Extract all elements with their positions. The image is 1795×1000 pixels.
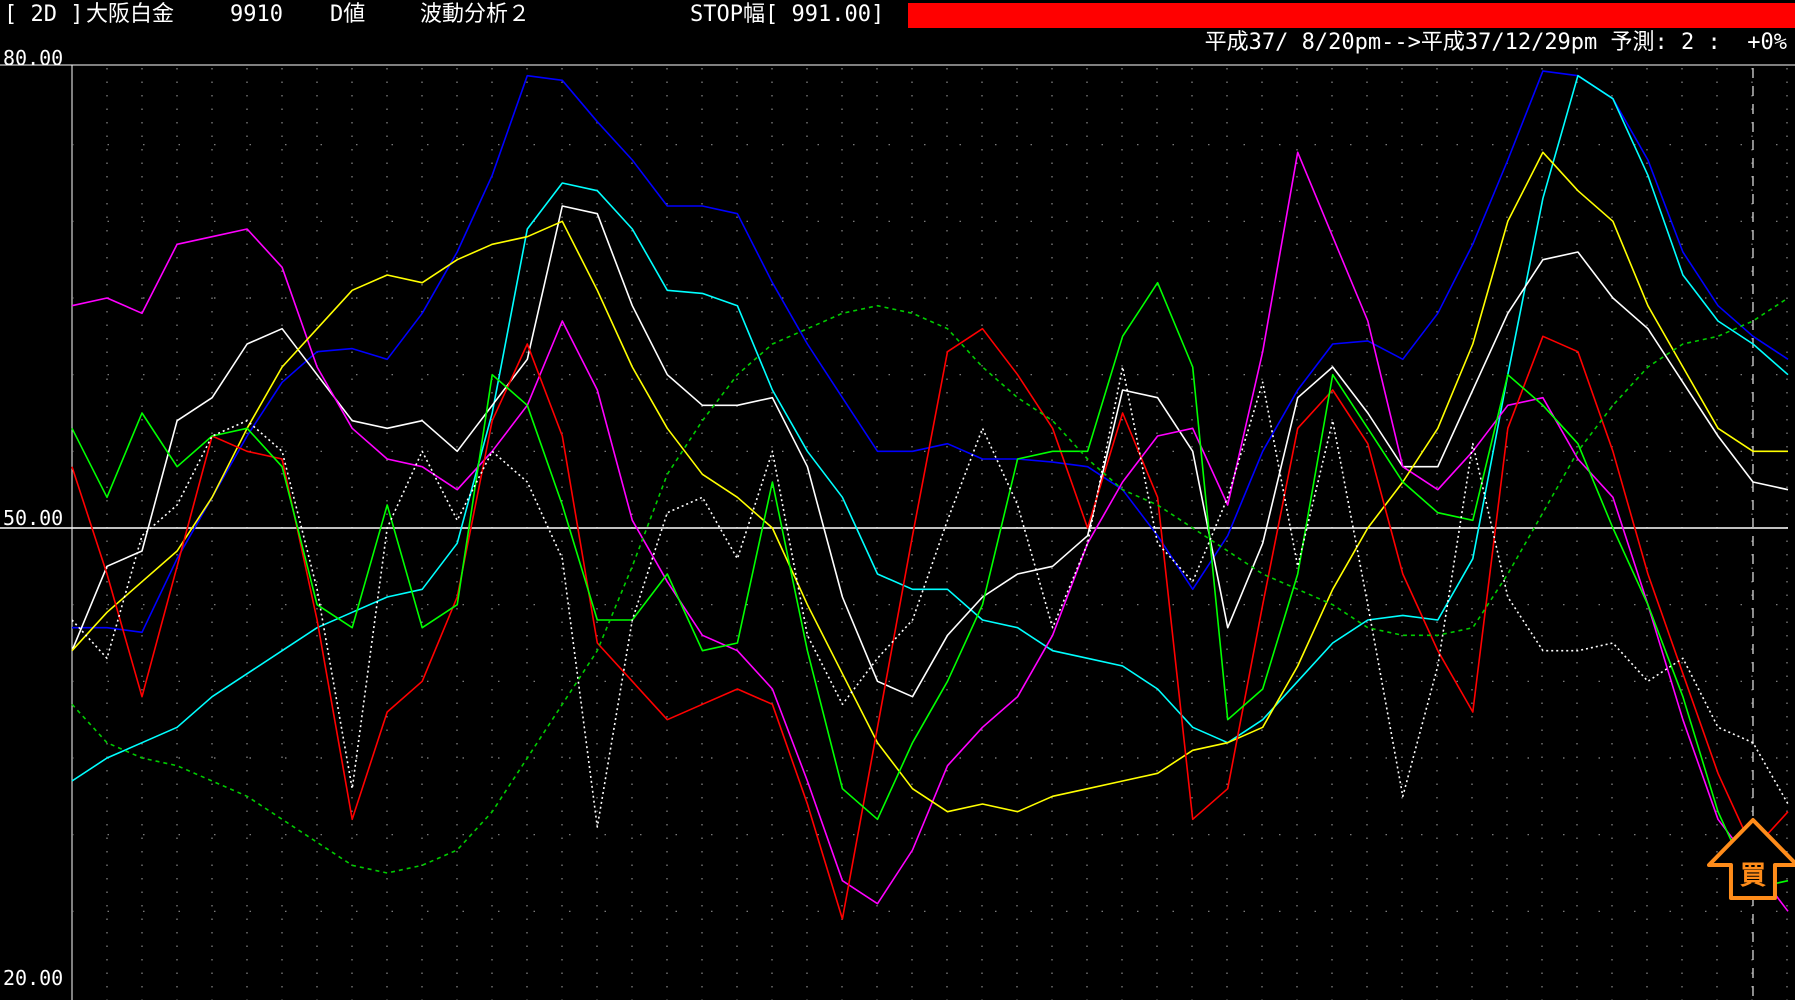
series-line-2 [71,74,1789,782]
series-line-7 [71,281,1789,890]
series-line-9 [71,297,1789,874]
y-tick-label: 20.00 [3,966,63,990]
series-line-1 [72,70,1789,634]
wave-analysis-chart: 80.00 50.00 20.00 買 [0,46,1795,1000]
period-label: 平成37/ 8/20pm-->平成37/12/29pm 予測: 2 : +0% [1204,30,1787,55]
instrument-code: 9910 [230,2,283,27]
series-line-4 [71,151,1789,912]
stop-width-bar [908,3,1795,28]
y-tick-label: 50.00 [3,506,63,530]
buy-signal-label: 買 [1740,861,1766,891]
timeframe-label[interactable]: [ 2D ] [4,2,83,28]
series-line-6 [71,327,1789,920]
series-line-8 [71,366,1789,828]
value-type-label: D値 [330,2,366,27]
chart-window: 80.00 50.00 20.00 買 [ 2D ] 大阪白金 9910 D値 波動分… [0,0,1795,1000]
indicator-name: 波動分析２ [420,2,531,27]
instrument-name: 大阪白金 [86,2,175,27]
chart-header: [ 2D ] 大阪白金 9910 D値 波動分析２ STOP幅[ 991.00] [0,0,1795,30]
y-tick-label: 80.00 [3,46,63,70]
buy-signal-marker[interactable]: 買 [1706,818,1795,900]
stop-width-label: STOP幅[ 991.00] [690,2,885,27]
